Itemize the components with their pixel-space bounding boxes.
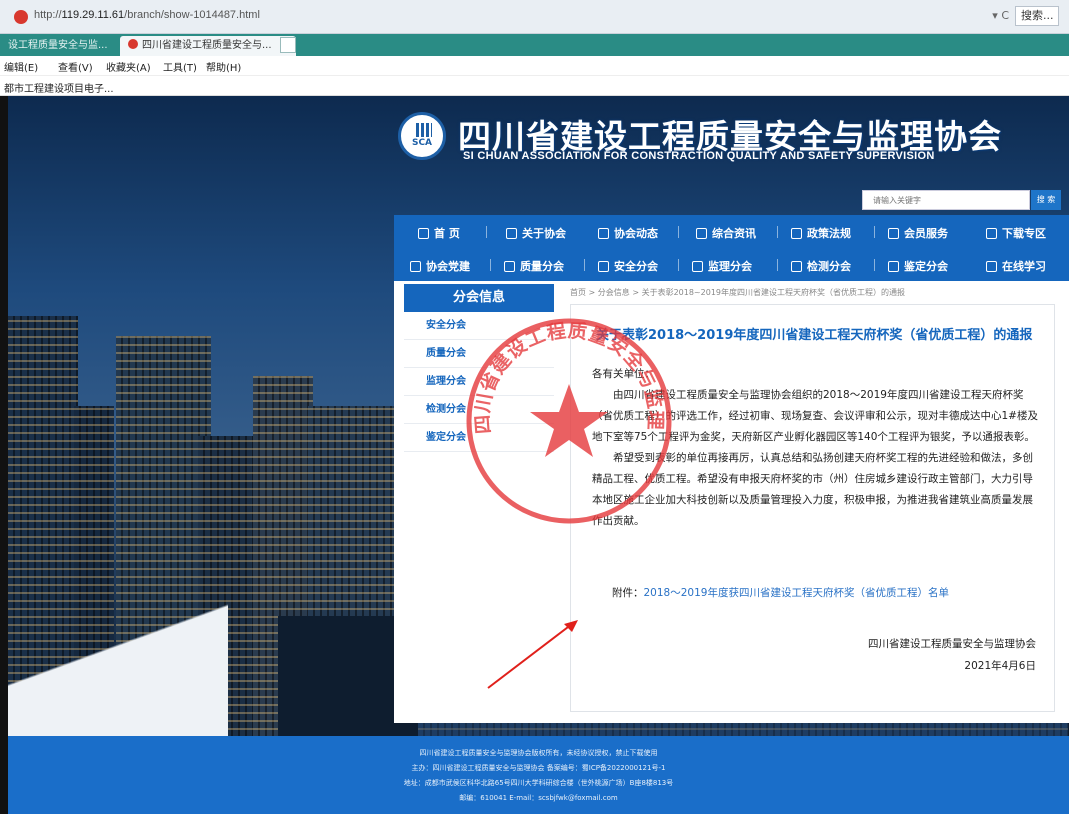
footer-contact: 邮编：610041 E-mail：scsbjfwk@foxmail.com [459, 794, 618, 802]
nav-divider [777, 226, 778, 238]
nav-supervision[interactable]: 监理分会 [692, 258, 752, 274]
home-icon [418, 228, 429, 239]
nav-news[interactable]: 协会动态 [598, 225, 658, 241]
sidebar-item-appraisal[interactable]: 鉴定分会 [404, 424, 554, 452]
party-flag-icon [410, 261, 421, 272]
favorite-link[interactable]: 都市工程建设项目电子... [4, 80, 114, 95]
logo-bars-icon [416, 123, 432, 137]
nav-divider [678, 226, 679, 238]
footer-address: 地址：成都市武侯区科华北路65号四川大学科研综合楼（世外桃源广场）B座8楼813… [403, 779, 674, 787]
test-icon [791, 261, 802, 272]
search-button[interactable]: 搜 索 [1031, 190, 1061, 210]
attachment-label: 附件： [612, 587, 644, 599]
nav-download[interactable]: 下载专区 [986, 225, 1046, 241]
browser-logo-icon [14, 10, 28, 24]
search-icon [888, 261, 899, 272]
nav-divider [678, 259, 679, 271]
book-icon [791, 228, 802, 239]
main-nav: 首 页 关于协会 协会动态 综合资讯 政策法规 会员服务 下载专区 协会党建 质… [394, 215, 1069, 281]
new-tab-icon[interactable] [280, 37, 296, 53]
tab-active[interactable]: 四川省建设工程质量安全与...× [120, 36, 296, 56]
nav-policy[interactable]: 政策法规 [791, 225, 851, 241]
monitor-icon [692, 261, 703, 272]
sidebar-item-quality[interactable]: 质量分会 [404, 340, 554, 368]
nav-safety[interactable]: 安全分会 [598, 258, 658, 274]
tab-label: 四川省建设工程质量安全与... [142, 40, 272, 51]
nav-row-1: 首 页 关于协会 协会动态 综合资讯 政策法规 会员服务 下载专区 [394, 215, 1069, 248]
favorites-bar: 都市工程建设项目电子... [0, 76, 1069, 96]
nav-divider [777, 259, 778, 271]
footer-sponsor: 主办：四川省建设工程质量安全与监理协会 备案编号：蜀ICP备2022000121… [411, 764, 666, 772]
address-bar: http://119.29.11.61/branch/show-1014487.… [0, 0, 1069, 34]
document-icon [696, 228, 707, 239]
diamond-icon [888, 228, 899, 239]
menu-edit[interactable]: 编辑(E) [4, 59, 38, 74]
nav-learning[interactable]: 在线学习 [986, 258, 1046, 274]
site-subtitle: SI CHUAN ASSOCIATION FOR CONSTRACTION QU… [463, 150, 935, 162]
menu-view[interactable]: 查看(V) [58, 59, 93, 74]
url-prefix: http:// [34, 9, 62, 21]
nav-divider [486, 226, 487, 238]
footer-copyright: 四川省建设工程质量安全与监理协会版权所有，未经协议授权，禁止下载使用 [419, 749, 658, 757]
article-title: 关于表彰2018～2019年度四川省建设工程天府杯奖（省优质工程）的通报 [596, 328, 1033, 343]
menu-favorites[interactable]: 收藏夹(A) [106, 59, 151, 74]
tab-label: 设工程质量安全与监... [8, 40, 108, 51]
nav-member[interactable]: 会员服务 [888, 225, 948, 241]
nav-info[interactable]: 综合资讯 [696, 225, 756, 241]
article-paragraph: 由四川省建设工程质量安全与监理协会组织的2018～2019年度四川省建设工程天府… [592, 389, 1038, 443]
nav-party[interactable]: 协会党建 [410, 258, 470, 274]
nav-testing[interactable]: 检测分会 [791, 258, 851, 274]
signature-organization: 四川省建设工程质量安全与监理协会 [868, 638, 1036, 650]
browser-search-box[interactable]: 搜索... [1015, 6, 1059, 26]
attachment-line: 附件：2018～2019年度获四川省建设工程天府杯奖（省优质工程）名单 [612, 585, 949, 600]
warning-icon [598, 261, 609, 272]
article-salutation: 各有关单位： [592, 368, 655, 380]
nav-appraisal[interactable]: 鉴定分会 [888, 258, 948, 274]
tab-bar: 设工程质量安全与监... 四川省建设工程质量安全与...× [0, 34, 1069, 56]
attachment-link[interactable]: 2018～2019年度获四川省建设工程天府杯奖（省优质工程）名单 [644, 587, 949, 599]
association-logo[interactable]: SCA [398, 112, 446, 160]
nav-about[interactable]: 关于协会 [506, 225, 566, 241]
sidebar-item-safety[interactable]: 安全分会 [404, 312, 554, 340]
site-footer: 四川省建设工程质量安全与监理协会版权所有，未经协议授权，禁止下载使用 主办：四川… [8, 736, 1069, 814]
decor-fade [8, 576, 228, 736]
url-field[interactable]: http://119.29.11.61/branch/show-1014487.… [34, 9, 260, 21]
sidebar-item-supervision[interactable]: 监理分会 [404, 368, 554, 396]
breadcrumb[interactable]: 首页 > 分会信息 > 关于表彰2018~2019年度四川省建设工程天府杯奖（省… [570, 287, 905, 298]
signature-date: 2021年4月6日 [964, 660, 1036, 672]
building-icon [506, 228, 517, 239]
nav-divider [874, 226, 875, 238]
refresh-button[interactable]: ▾ C [992, 9, 1009, 22]
tab-prev[interactable]: 设工程质量安全与监... [0, 36, 116, 56]
page-favicon-icon [128, 39, 138, 49]
news-icon [598, 228, 609, 239]
menu-help[interactable]: 帮助(H) [206, 59, 241, 74]
url-path: /branch/show-1014487.html [124, 9, 260, 21]
quality-icon [504, 261, 515, 272]
menu-bar: 编辑(E) 查看(V) 收藏夹(A) 工具(T) 帮助(H) [0, 56, 1069, 76]
sidebar-list: 安全分会 质量分会 监理分会 检测分会 鉴定分会 [404, 312, 554, 452]
url-host: 119.29.11.61 [61, 9, 125, 21]
page-viewport: SCA 四川省建设工程质量安全与监理协会 SI CHUAN ASSOCIATIO… [0, 96, 1069, 814]
nav-divider [584, 259, 585, 271]
nav-divider [874, 259, 875, 271]
logo-text: SCA [411, 138, 433, 148]
nav-quality[interactable]: 质量分会 [504, 258, 564, 274]
site-search-field[interactable] [862, 190, 1030, 210]
download-icon [986, 228, 997, 239]
graduation-cap-icon [986, 261, 997, 272]
article-body: 各有关单位： 由四川省建设工程质量安全与监理协会组织的2018～2019年度四川… [592, 364, 1040, 532]
article-paragraph: 希望受到表彰的单位再接再厉，认真总结和弘扬创建天府杯奖工程的先进经验和做法，多创… [592, 452, 1033, 527]
nav-home[interactable]: 首 页 [418, 225, 460, 241]
search-input[interactable] [863, 191, 1029, 209]
nav-divider [490, 259, 491, 271]
window-edge [0, 96, 8, 814]
sidebar-title: 分会信息 [404, 284, 554, 312]
sidebar-item-testing[interactable]: 检测分会 [404, 396, 554, 424]
nav-row-2: 协会党建 质量分会 安全分会 监理分会 检测分会 鉴定分会 在线学习 [394, 248, 1069, 281]
menu-tools[interactable]: 工具(T) [163, 59, 197, 74]
